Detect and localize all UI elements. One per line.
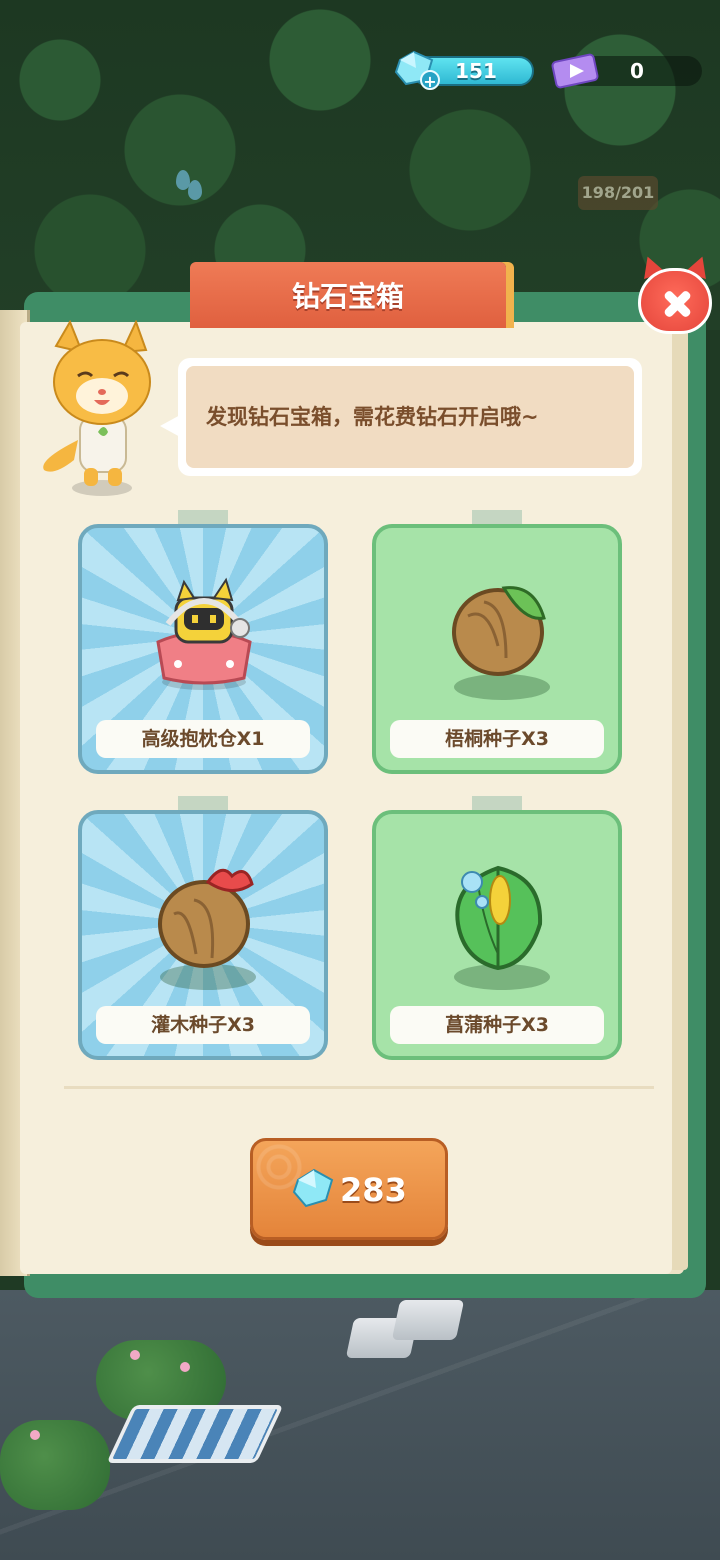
plot-sign[interactable]: 198/201 (578, 176, 658, 210)
reward-label: 高级抱枕仓X1 (96, 720, 310, 758)
pillow-pod-icon (156, 577, 252, 690)
gem-count: 151 (455, 59, 497, 83)
flower (30, 1430, 40, 1440)
reward-label: 灌木种子X3 (96, 1006, 310, 1044)
shrub-seed-icon (158, 868, 254, 968)
reward-card-wutong-seed[interactable]: 梧桐种子X3 (372, 524, 622, 774)
bench (391, 1300, 465, 1340)
reward-card-pillow-pod[interactable]: 高级抱枕仓X1 (78, 524, 328, 774)
reward-card-shrub-seed[interactable]: 灌木种子X3 (78, 810, 328, 1060)
calamus-seed-icon (455, 865, 543, 971)
reward-label: 梧桐种子X3 (390, 720, 604, 758)
pool (106, 1405, 284, 1463)
bush (0, 1420, 110, 1510)
wutong-seed-icon (452, 586, 546, 676)
dialog-title: 钻石宝箱 (291, 280, 404, 313)
add-gems-button[interactable]: + (420, 70, 440, 91)
diamond-icon (292, 1168, 334, 1208)
flower (180, 1362, 190, 1372)
water-drop-icon (188, 180, 202, 200)
close-button[interactable] (638, 268, 712, 334)
ticket-count: 0 (630, 59, 644, 83)
dialog-message: 发现钻石宝箱，需花费钻石开启哦~ (206, 405, 539, 429)
divider (64, 1086, 654, 1089)
price-value: 283 (340, 1171, 407, 1209)
reward-card-calamus-seed[interactable]: 菖蒲种子X3 (372, 810, 622, 1060)
flower (130, 1350, 140, 1360)
cat-mascot-icon (43, 320, 151, 496)
reward-label: 菖蒲种子X3 (390, 1006, 604, 1044)
video-ticket-icon (551, 53, 599, 89)
paper-edge (672, 326, 688, 1270)
